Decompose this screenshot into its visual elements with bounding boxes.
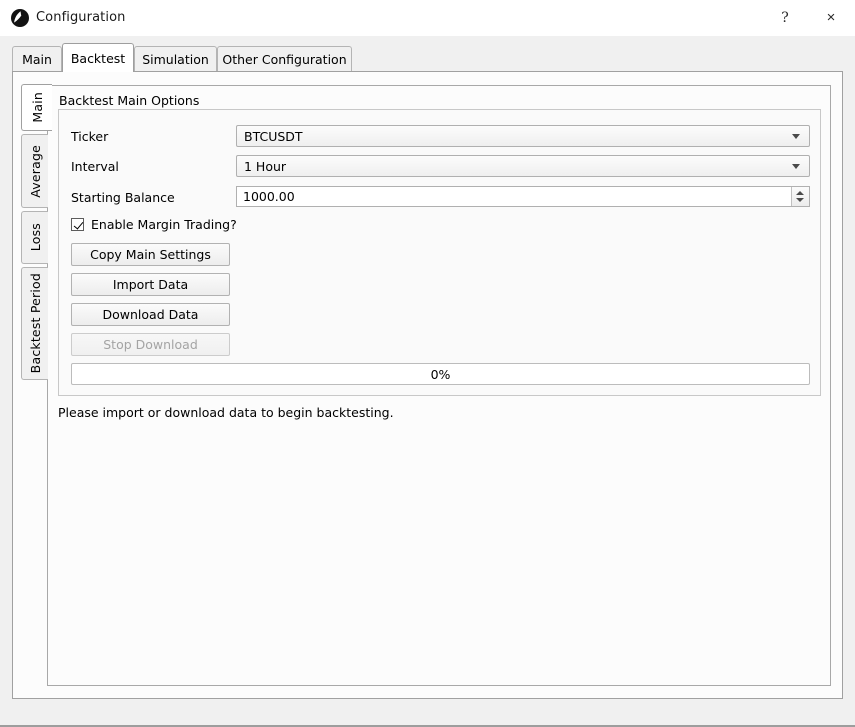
download-data-button[interactable]: Download Data [71, 303, 230, 326]
spinner-buttons[interactable] [791, 187, 809, 206]
spinner-down-icon[interactable] [796, 198, 804, 202]
chevron-down-icon [792, 164, 800, 169]
ticker-combobox[interactable]: BTCUSDT [236, 125, 810, 147]
starting-balance-spinbox[interactable]: 1000.00 [236, 186, 810, 207]
ticker-label: Ticker [71, 129, 109, 144]
tab-other-configuration[interactable]: Other Configuration [217, 46, 352, 71]
starting-balance-label: Starting Balance [71, 190, 175, 205]
progress-label: 0% [430, 366, 451, 382]
copy-main-settings-button[interactable]: Copy Main Settings [71, 243, 230, 266]
side-tab-label: Loss [27, 223, 43, 252]
configuration-window: Configuration ? × Main Backtest Simulati… [0, 0, 855, 727]
stop-download-button: Stop Download [71, 333, 230, 356]
spinner-up-icon[interactable] [796, 191, 804, 195]
title-bar: Configuration ? × [0, 0, 855, 37]
chevron-down-icon [792, 134, 800, 139]
side-tab-main[interactable]: Main [21, 84, 52, 131]
tab-label: Simulation [142, 51, 209, 67]
interval-value: 1 Hour [244, 159, 287, 174]
enable-margin-trading-checkbox[interactable]: Enable Margin Trading? [71, 217, 237, 232]
tab-label: Other Configuration [222, 51, 347, 67]
tab-simulation[interactable]: Simulation [134, 46, 217, 71]
tab-label: Backtest [70, 50, 126, 66]
enable-margin-trading-label: Enable Margin Trading? [91, 217, 237, 232]
help-icon: ? [781, 9, 789, 26]
interval-combobox[interactable]: 1 Hour [236, 155, 810, 177]
side-tab-loss[interactable]: Loss [21, 211, 48, 264]
tab-main[interactable]: Main [12, 46, 62, 71]
starting-balance-value: 1000.00 [243, 189, 295, 204]
side-tab-backtest-period[interactable]: Backtest Period [21, 267, 48, 380]
close-icon: × [826, 9, 836, 26]
checkbox-check-icon[interactable] [71, 218, 84, 231]
download-progress-bar: 0% [71, 363, 810, 385]
app-logo-icon [11, 9, 29, 27]
tab-backtest[interactable]: Backtest [62, 43, 134, 72]
side-tab-label: Backtest Period [27, 273, 43, 374]
close-button[interactable]: × [808, 0, 854, 35]
tab-label: Main [22, 51, 52, 67]
help-button[interactable]: ? [762, 0, 808, 35]
ticker-value: BTCUSDT [244, 129, 303, 144]
status-message: Please import or download data to begin … [58, 405, 394, 420]
window-title: Configuration [36, 10, 126, 25]
import-data-button[interactable]: Import Data [71, 273, 230, 296]
tab-bar: Main Backtest Simulation Other Configura… [0, 36, 855, 72]
side-tab-label: Main [29, 92, 45, 123]
interval-label: Interval [71, 159, 119, 174]
side-tab-average[interactable]: Average [21, 134, 48, 208]
group-title: Backtest Main Options [59, 93, 200, 108]
side-tab-label: Average [27, 144, 43, 198]
